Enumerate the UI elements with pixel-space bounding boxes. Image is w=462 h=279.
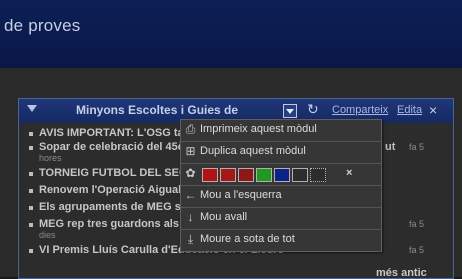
news-time-continued: hores [39, 153, 62, 163]
older-news-link[interactable]: més antic [376, 267, 427, 279]
widget-options-menu: ⎙ Imprimeix aquest mòdul ⊞ Duplica aques… [180, 119, 382, 252]
widget-title[interactable]: Minyons Escoltes i Guies de [76, 103, 238, 117]
bullet [29, 132, 33, 136]
news-time-continued: dies [39, 230, 56, 240]
close-icon[interactable]: × [429, 102, 437, 118]
color-swatch-dark-red[interactable] [220, 168, 236, 182]
menu-item-duplicate[interactable]: ⊞ Duplica aquest mòdul [181, 142, 381, 164]
widget-menu-dropdown-icon[interactable] [283, 104, 297, 118]
arrow-left-icon: ← [184, 188, 197, 202]
menu-item-label: Imprimeix aquest mòdul [200, 123, 317, 135]
color-swatch-blue[interactable] [274, 168, 290, 182]
news-time: fa 5 [409, 219, 425, 229]
refresh-icon[interactable]: ↻ [307, 101, 319, 118]
edit-link[interactable]: Edita [397, 104, 422, 116]
clear-color-icon[interactable]: × [346, 167, 352, 179]
menu-item-move-down[interactable]: ↓ Mou avall [181, 208, 381, 230]
news-title-tail[interactable]: ut [385, 141, 395, 153]
news-title[interactable]: Sopar de celebració del 45è [39, 141, 184, 153]
menu-item-label: Mou a l'esquerra [200, 189, 282, 201]
arrow-down-icon: ↓ [187, 210, 194, 224]
color-swatch-default[interactable] [310, 168, 326, 182]
news-title[interactable]: Els agrupaments de MEG s'a [39, 201, 190, 213]
color-swatch-maroon[interactable] [238, 168, 254, 182]
color-swatch-dark-gray[interactable] [292, 168, 308, 182]
bullet [29, 172, 33, 176]
menu-item-label: Moure a sota de tot [200, 233, 295, 245]
color-swatch-red[interactable] [202, 168, 218, 182]
news-title[interactable]: TORNEIG FUTBOL DEL SECT [39, 167, 194, 179]
news-title[interactable]: MEG rep tres guardons als V [39, 218, 189, 230]
news-time: fa 5 [409, 142, 425, 152]
menu-item-label: Duplica aquest mòdul [200, 145, 306, 157]
share-link[interactable]: Comparteix [332, 104, 388, 116]
news-title[interactable]: AVIS IMPORTANT: L'OSG tan [39, 127, 190, 139]
bullet [29, 189, 33, 193]
menu-item-print[interactable]: ⎙ Imprimeix aquest mòdul [181, 120, 381, 142]
news-time: fa 5 [409, 245, 425, 255]
palette-icon: ✿ [185, 166, 196, 180]
bullet [29, 223, 33, 227]
news-title[interactable]: Renovem l'Operació Aiguaba [39, 184, 191, 196]
printer-icon: ⎙ [185, 122, 196, 136]
menu-item-move-left[interactable]: ← Mou a l'esquerra [181, 186, 381, 208]
duplicate-icon: ⊞ [185, 144, 196, 158]
bullet [29, 146, 33, 150]
menu-item-color-picker: ✿ × [181, 164, 381, 186]
menu-item-label: Mou avall [200, 211, 248, 223]
move-bottom-icon: ⤓ [187, 232, 194, 246]
menu-item-move-to-bottom[interactable]: ⤓ Moure a sota de tot [181, 230, 381, 251]
top-banner: de proves [0, 0, 462, 68]
bullet [29, 249, 33, 253]
collapse-triangle-icon[interactable] [27, 105, 37, 112]
site-title: de proves [4, 16, 81, 35]
color-swatch-green[interactable] [256, 168, 272, 182]
bullet [29, 206, 33, 210]
